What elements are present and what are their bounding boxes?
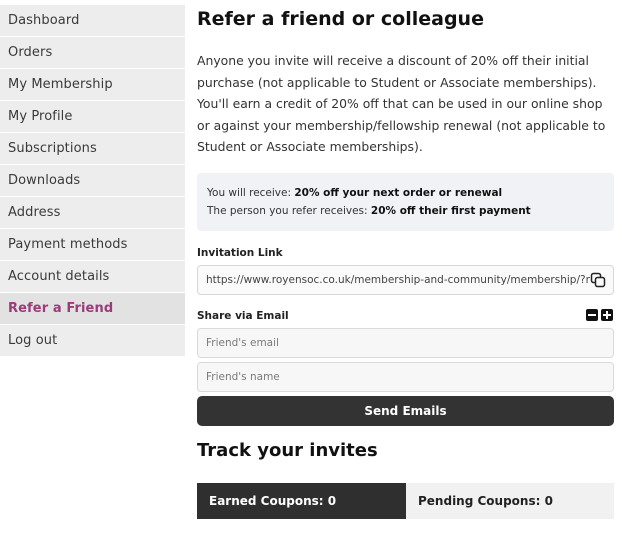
sidebar-item-log-out[interactable]: Log out bbox=[0, 325, 185, 356]
sidebar-item-address[interactable]: Address bbox=[0, 197, 185, 228]
invitation-link-field[interactable]: https://www.royensoc.co.uk/membership-an… bbox=[197, 265, 614, 295]
sidebar-item-my-membership[interactable]: My Membership bbox=[0, 69, 185, 100]
sidebar-item-subscriptions[interactable]: Subscriptions bbox=[0, 133, 185, 164]
page-title: Refer a friend or colleague bbox=[197, 8, 484, 30]
your-reward-prefix: You will receive: bbox=[207, 187, 295, 199]
invitation-link-label: Invitation Link bbox=[197, 247, 283, 259]
copy-icon[interactable] bbox=[590, 272, 606, 288]
sidebar-item-my-profile[interactable]: My Profile bbox=[0, 101, 185, 132]
sidebar-item-payment-methods[interactable]: Payment methods bbox=[0, 229, 185, 260]
reward-info-box: You will receive: 20% off your next orde… bbox=[197, 173, 614, 231]
account-sidebar: Dashboard Orders My Membership My Profil… bbox=[0, 5, 185, 357]
referee-reward-line: The person you refer receives: 20% off t… bbox=[207, 202, 604, 220]
invite-tabs: Earned Coupons: 0 Pending Coupons: 0 bbox=[197, 483, 614, 519]
sidebar-item-orders[interactable]: Orders bbox=[0, 37, 185, 68]
plus-icon[interactable] bbox=[601, 309, 613, 321]
your-reward-value: 20% off your next order or renewal bbox=[294, 187, 503, 199]
track-invites-title: Track your invites bbox=[197, 440, 378, 461]
intro-text: Anyone you invite will receive a discoun… bbox=[197, 53, 606, 154]
send-emails-button[interactable]: Send Emails bbox=[197, 396, 614, 426]
referee-reward-prefix: The person you refer receives: bbox=[207, 205, 371, 217]
sidebar-item-dashboard[interactable]: Dashboard bbox=[0, 5, 185, 36]
sidebar-item-refer-a-friend[interactable]: Refer a Friend bbox=[0, 293, 185, 324]
tab-earned-coupons[interactable]: Earned Coupons: 0 bbox=[197, 483, 406, 519]
minus-icon[interactable] bbox=[586, 309, 598, 321]
referee-reward-value: 20% off their first payment bbox=[370, 205, 531, 217]
sidebar-item-account-details[interactable]: Account details bbox=[0, 261, 185, 292]
friend-name-input[interactable] bbox=[197, 362, 614, 392]
tab-pending-coupons[interactable]: Pending Coupons: 0 bbox=[406, 483, 614, 519]
email-row-controls bbox=[586, 309, 613, 321]
sidebar-item-downloads[interactable]: Downloads bbox=[0, 165, 185, 196]
your-reward-line: You will receive: 20% off your next orde… bbox=[207, 184, 604, 202]
share-via-email-label: Share via Email bbox=[197, 310, 289, 322]
friend-email-input[interactable] bbox=[197, 328, 614, 358]
